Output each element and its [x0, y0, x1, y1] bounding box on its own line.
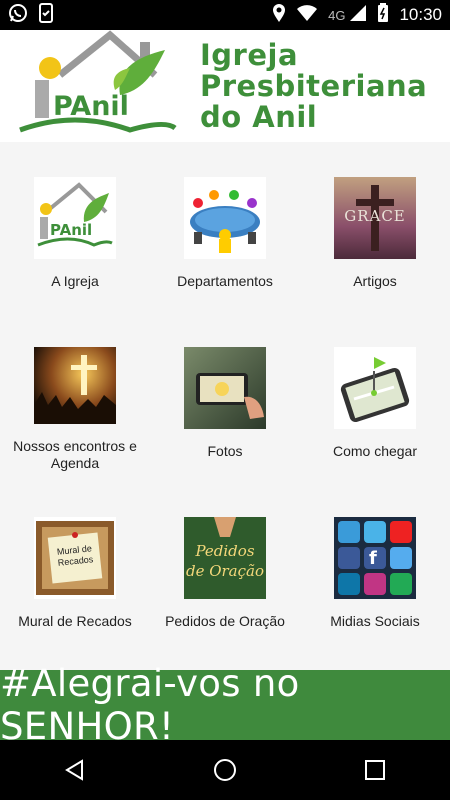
praying-hands-icon: Pedidos de Oração: [184, 517, 266, 599]
menu-item-label: Departamentos: [177, 273, 273, 289]
menu-item-pedidos-de-oracao[interactable]: Pedidos de Oração Pedidos de Oração: [150, 482, 300, 642]
back-icon: [65, 759, 83, 781]
social-media-icon: f: [334, 517, 416, 599]
menu-item-como-chegar[interactable]: Como chegar: [300, 312, 450, 472]
church-name-line-1: Igreja: [200, 38, 299, 72]
church-name: Igreja Presbiteriana do Anil: [200, 40, 427, 133]
signal-icon: [349, 4, 367, 27]
recents-icon: [365, 760, 385, 780]
back-button[interactable]: [45, 740, 105, 800]
svg-text:PAnil: PAnil: [53, 91, 129, 122]
home-icon: [214, 759, 236, 781]
menu-item-a-igreja[interactable]: PAnil A Igreja: [0, 142, 150, 302]
menu-item-artigos[interactable]: GRACE Artigos: [300, 142, 450, 302]
notice-board-icon: Mural de Recados: [34, 517, 116, 599]
network-type: 4G: [328, 7, 346, 23]
map-pin-icon: [334, 347, 416, 429]
menu-item-fotos[interactable]: Fotos: [150, 312, 300, 472]
cross-grace-icon: GRACE: [334, 177, 416, 259]
location-icon: [272, 3, 286, 28]
meeting-table-icon: [184, 177, 266, 259]
status-bar: 4G 10:30: [0, 0, 450, 30]
menu-item-departamentos[interactable]: Departamentos: [150, 142, 300, 302]
android-nav-bar: [0, 740, 450, 800]
menu-item-mural-de-recados[interactable]: Mural de Recados Mural de Recados: [0, 482, 150, 642]
menu-item-label: A Igreja: [51, 273, 99, 289]
svg-text:PAnil: PAnil: [50, 221, 92, 239]
phone-check-icon: [38, 2, 54, 28]
promo-banner[interactable]: #Alegrai-vos no SENHOR!: [0, 662, 450, 748]
grace-text: GRACE: [344, 207, 406, 225]
app-header: PAnil Igreja Presbiteriana do Anil: [0, 30, 450, 142]
menu-grid: PAnil A Igreja Departamentos GRACE Artig…: [0, 142, 450, 670]
church-logo-icon: PAnil: [34, 177, 116, 259]
menu-item-label: Nossos encontros e Agenda: [13, 438, 137, 471]
menu-item-label: Artigos: [353, 273, 397, 289]
menu-item-label: Mural de Recados: [18, 613, 132, 629]
menu-item-label: Como chegar: [332, 443, 418, 459]
recents-button[interactable]: [345, 740, 405, 800]
menu-item-label: Pedidos de Oração: [165, 613, 285, 629]
menu-item-midias-sociais[interactable]: f Midias Sociais: [300, 482, 450, 642]
whatsapp-icon: [8, 3, 28, 28]
worship-icon: [34, 347, 116, 424]
clock: 10:30: [399, 5, 442, 24]
church-name-line-3: do Anil: [200, 100, 318, 134]
menu-item-label: Fotos: [207, 443, 243, 459]
camera-phone-icon: [184, 347, 266, 429]
menu-item-nossos-encontros[interactable]: Nossos encontros e Agenda: [0, 312, 150, 472]
church-name-line-2: Presbiteriana: [200, 69, 428, 103]
wifi-icon: [296, 4, 318, 27]
home-button[interactable]: [195, 740, 255, 800]
battery-icon: [377, 2, 389, 28]
church-logo-icon: PAnil: [19, 30, 177, 133]
pedidos-text: Pedidos de Oração: [185, 542, 265, 580]
svg-text:f: f: [369, 548, 377, 569]
menu-item-label: Midias Sociais: [330, 613, 420, 629]
